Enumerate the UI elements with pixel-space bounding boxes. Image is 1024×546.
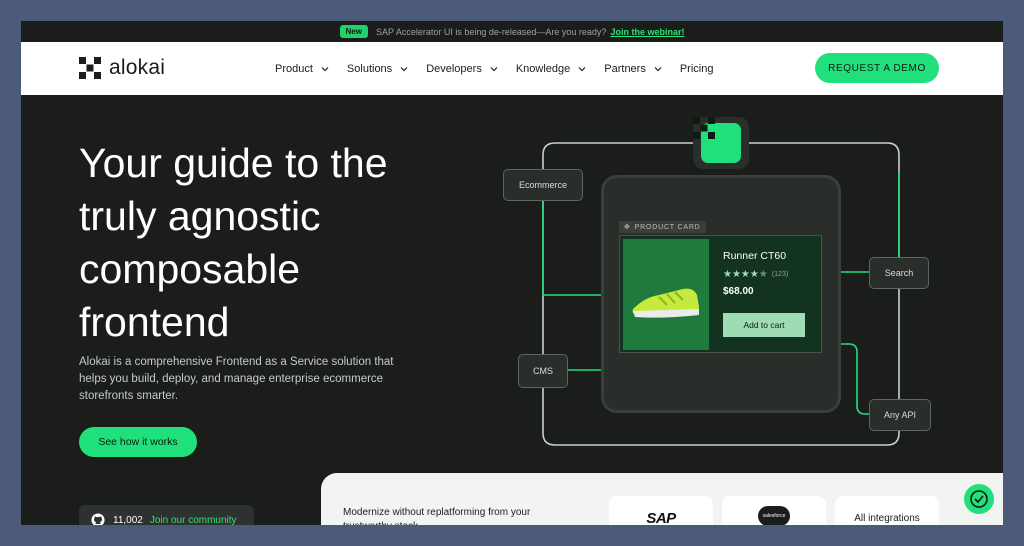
move-icon: ✥ (624, 224, 631, 231)
alokai-hub-inner (693, 117, 741, 163)
product-card: Runner CT60 ★★★★ ★ (123) $68.00 Add to ca… (619, 235, 822, 353)
architecture-diagram: Ecommerce Search CMS Any API ✥ PRODUCT C… (21, 21, 1003, 525)
all-integrations-card[interactable]: All integrations (835, 496, 939, 525)
chat-launcher-button[interactable] (964, 484, 994, 514)
diagram-connectors (542, 142, 900, 446)
node-ecommerce: Ecommerce (503, 169, 583, 201)
product-rating: ★★★★ ★ (123) (723, 269, 788, 280)
alokai-logo-icon (693, 117, 715, 139)
node-search: Search (869, 257, 929, 289)
chat-assistant-icon (970, 490, 988, 508)
node-cms: CMS (518, 354, 568, 388)
sneaker-icon (632, 288, 699, 318)
sap-logo-card[interactable]: SAP (609, 496, 713, 525)
integrations-text: Modernize without replatforming from you… (343, 507, 531, 525)
salesforce-cloud-icon: salesforce (758, 506, 790, 525)
node-any-api: Any API (869, 399, 931, 431)
alokai-hub-tile (693, 117, 749, 169)
star-icon: ★★★★ (723, 269, 759, 280)
sap-logo: SAP (646, 510, 676, 525)
integrations-panel: Modernize without replatforming from you… (321, 473, 1003, 525)
product-name: Runner CT60 (723, 250, 787, 262)
all-integrations-label: All integrations (854, 513, 920, 524)
review-count: (123) (771, 271, 789, 278)
product-card-label: ✥ PRODUCT CARD (619, 221, 706, 233)
product-image (623, 239, 709, 350)
salesforce-logo: salesforce (762, 513, 786, 519)
product-price: $68.00 (723, 286, 754, 297)
product-info: Runner CT60 ★★★★ ★ (123) $68.00 (723, 250, 788, 297)
half-star-icon: ★ (758, 269, 768, 280)
browser-viewport: New SAP Accelerator UI is being de-relea… (21, 21, 1003, 525)
add-to-cart-button[interactable]: Add to cart (723, 313, 805, 337)
salesforce-logo-card[interactable]: salesforce (722, 496, 826, 525)
